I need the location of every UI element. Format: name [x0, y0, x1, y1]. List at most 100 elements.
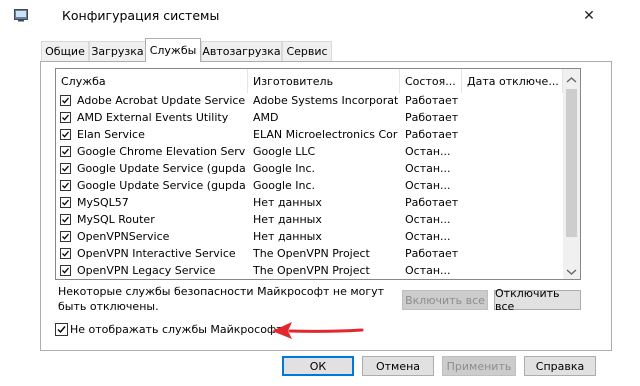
checkmark-icon [62, 250, 70, 257]
column-header-disabled-date[interactable]: Дата отключе... [462, 69, 563, 93]
service-checkbox[interactable] [60, 248, 71, 259]
column-header-label: Состоя... [405, 74, 456, 88]
msconfig-icon [14, 8, 28, 22]
checkmark-icon [62, 131, 70, 138]
service-vendor: Нет данных [253, 230, 322, 243]
ok-button[interactable]: ОК [282, 356, 354, 376]
service-status: Работает [405, 94, 459, 107]
service-status: Остан... [405, 230, 451, 243]
service-status: Остан... [405, 264, 451, 277]
table-row[interactable]: MySQL Router Нет данных Остан... [56, 212, 564, 229]
service-vendor: Нет данных [253, 213, 322, 226]
service-vendor: Adobe Systems Incorporated [253, 94, 398, 107]
table-row[interactable]: Elan Service ELAN Microelectronics Corp. Р… [56, 127, 564, 144]
service-checkbox[interactable] [60, 146, 71, 157]
checkmark-icon [62, 182, 70, 189]
hide-ms-checkbox[interactable] [55, 323, 68, 336]
tab-startup[interactable]: Автозагрузка [201, 41, 282, 61]
close-button[interactable]: ✕ [572, 2, 606, 30]
apply-button[interactable]: Применить [442, 356, 516, 376]
title-bar: Конфигурация системы ✕ [0, 0, 640, 32]
service-vendor: Google Inc. [253, 179, 316, 192]
service-name: OpenVPN Interactive Service [77, 247, 236, 260]
disable-all-button[interactable]: Отключить все [494, 287, 581, 313]
column-header-vendor[interactable]: Изготовитель [248, 69, 400, 93]
table-row[interactable]: OpenVPNService Нет данных Остан... [56, 229, 564, 246]
service-name: MySQL57 [77, 196, 129, 209]
help-button[interactable]: Справка [524, 356, 596, 376]
column-header-label: Служба [61, 74, 106, 88]
service-checkbox[interactable] [60, 214, 71, 225]
table-row[interactable]: OpenVPN Interactive Service The OpenVPN P… [56, 246, 564, 263]
scroll-down-icon[interactable] [566, 266, 577, 279]
column-header-status[interactable]: Состоя... [400, 69, 462, 93]
service-name: OpenVPNService [77, 230, 170, 243]
service-vendor: Нет данных [253, 196, 322, 209]
service-name: Adobe Acrobat Update Service [77, 94, 245, 107]
service-vendor: The OpenVPN Project [253, 247, 370, 260]
scroll-thumb[interactable] [566, 89, 577, 237]
cancel-button[interactable]: Отмена [362, 356, 434, 376]
service-checkbox[interactable] [60, 231, 71, 242]
services-list[interactable]: Служба Изготовитель Состоя... Дата отклю… [55, 68, 581, 280]
annotation-arrow-icon [272, 322, 364, 339]
table-row[interactable]: Google Update Service (gupdate) Google In… [56, 161, 564, 178]
column-header-service[interactable]: Служба [56, 69, 248, 93]
services-rows: Adobe Acrobat Update Service Adobe System… [56, 93, 563, 279]
service-status: Работает [405, 247, 459, 260]
service-checkbox[interactable] [60, 95, 71, 106]
service-status: Работает [405, 111, 459, 124]
service-checkbox[interactable] [60, 197, 71, 208]
service-status: Остан... [405, 162, 451, 175]
table-row[interactable]: Google Update Service (gupdatem) Google I… [56, 178, 564, 195]
window-title: Конфигурация системы [62, 8, 220, 23]
security-note: Некоторые службы безопасности Майкрософт… [58, 285, 385, 313]
service-status: Работает [405, 196, 459, 209]
table-row[interactable]: MySQL57 Нет данных Работает [56, 195, 564, 212]
service-status: Остан... [405, 145, 451, 158]
service-vendor: AMD [253, 111, 279, 124]
service-name: OpenVPN Legacy Service [77, 264, 216, 277]
service-name: Google Update Service (gupdatem) [77, 179, 245, 192]
service-name: MySQL Router [77, 213, 155, 226]
table-row[interactable]: AMD External Events Utility AMD Работает [56, 110, 564, 127]
tab-general[interactable]: Общие [41, 41, 89, 61]
checkmark-icon [62, 233, 70, 240]
service-status: Остан... [405, 213, 451, 226]
checkmark-icon [62, 114, 70, 121]
service-vendor: Google LLC [253, 145, 316, 158]
service-checkbox[interactable] [60, 180, 71, 191]
service-status: Остан... [405, 179, 451, 192]
checkmark-icon [62, 216, 70, 223]
checkmark-icon [62, 165, 70, 172]
service-vendor: ELAN Microelectronics Corp. [253, 128, 398, 141]
enable-all-button[interactable]: Включить все [402, 290, 488, 310]
service-checkbox[interactable] [60, 163, 71, 174]
service-vendor: Google Inc. [253, 162, 316, 175]
service-checkbox[interactable] [60, 265, 71, 276]
tab-boot[interactable]: Загрузка [89, 41, 146, 61]
checkmark-icon [57, 326, 66, 334]
column-header-label: Изготовитель [253, 74, 334, 88]
service-name: Elan Service [77, 128, 145, 141]
checkmark-icon [62, 148, 70, 155]
checkmark-icon [62, 199, 70, 206]
close-icon: ✕ [583, 8, 595, 24]
service-name: AMD External Events Utility [77, 111, 229, 124]
tab-services[interactable]: Службы [145, 38, 201, 62]
column-header-label: Дата отключе... [467, 74, 559, 88]
service-status: Работает [405, 128, 459, 141]
service-vendor: The OpenVPN Project [253, 264, 370, 277]
table-row[interactable]: Adobe Acrobat Update Service Adobe System… [56, 93, 564, 110]
hide-ms-label[interactable]: Не отображать службы Майкрософт [70, 323, 283, 336]
tab-tools[interactable]: Сервис [282, 41, 332, 61]
service-name: Google Update Service (gupdate) [77, 162, 245, 175]
table-row[interactable]: Google Chrome Elevation Service Google LL… [56, 144, 564, 161]
service-checkbox[interactable] [60, 112, 71, 123]
service-name: Google Chrome Elevation Service [77, 145, 245, 158]
checkmark-icon [62, 267, 70, 274]
table-row[interactable]: OpenVPN Legacy Service The OpenVPN Projec… [56, 263, 564, 279]
scroll-up-icon[interactable] [566, 74, 577, 87]
service-checkbox[interactable] [60, 129, 71, 140]
checkmark-icon [62, 97, 70, 104]
